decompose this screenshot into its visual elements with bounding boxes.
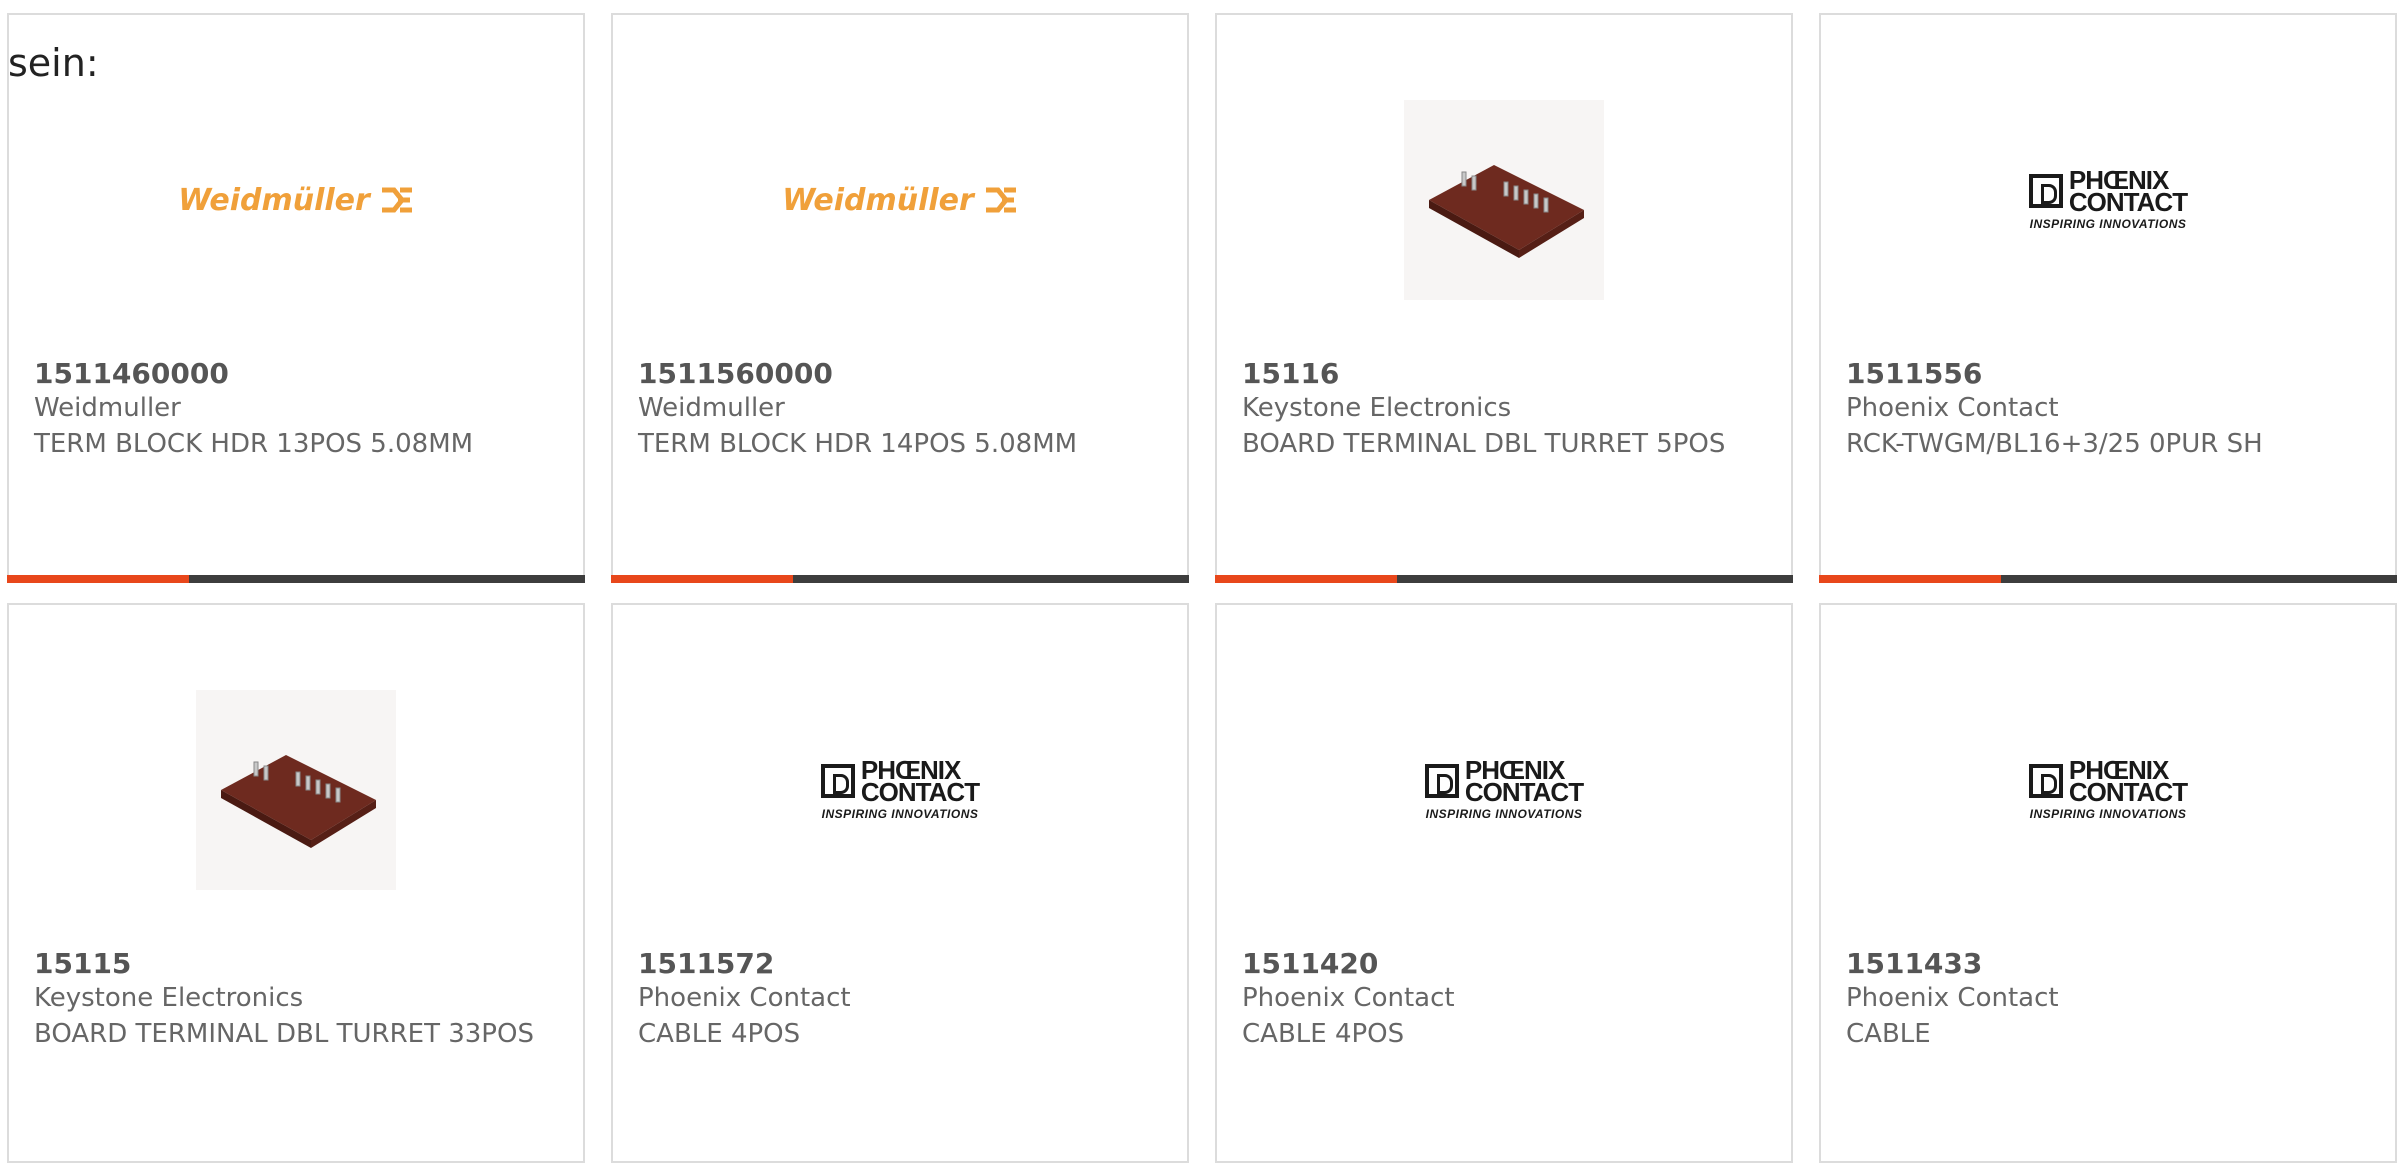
card-accent xyxy=(611,575,793,583)
part-number[interactable]: 15116 xyxy=(1242,357,1339,390)
card-bottom-bar xyxy=(1819,575,2397,583)
product-image: PHŒNIX CONTACT INSPIRING INNOVATIONS xyxy=(613,665,1187,915)
product-card[interactable]: 15116 Keystone Electronics BOARD TERMINA… xyxy=(1215,13,1793,583)
manufacturer: Phoenix Contact xyxy=(1242,983,1455,1013)
weidmuller-logo: Weidmüller xyxy=(782,183,1018,218)
manufacturer: Keystone Electronics xyxy=(34,983,304,1013)
product-card[interactable]: 15115 Keystone Electronics BOARD TERMINA… xyxy=(7,603,585,1163)
product-card[interactable]: Weidmüller 1511460000 Weidmuller TERM BL… xyxy=(7,13,585,583)
board-terminal-photo xyxy=(196,690,396,890)
card-accent xyxy=(1819,575,2001,583)
phoenix-contact-logo: PHŒNIX CONTACT INSPIRING INNOVATIONS xyxy=(2028,755,2188,821)
card-bottom-bar xyxy=(7,575,585,583)
part-number[interactable]: 15115 xyxy=(34,947,131,980)
part-number[interactable]: 1511460000 xyxy=(34,357,229,390)
phoenix-mark-icon xyxy=(2028,174,2063,208)
manufacturer: Phoenix Contact xyxy=(638,983,851,1013)
product-image: Weidmüller xyxy=(613,75,1187,325)
weidmuller-logo: Weidmüller xyxy=(178,183,414,218)
description: TERM BLOCK HDR 13POS 5.08MM xyxy=(34,429,474,459)
description: BOARD TERMINAL DBL TURRET 5POS xyxy=(1242,429,1726,459)
product-image: PHŒNIX CONTACT INSPIRING INNOVATIONS xyxy=(1217,665,1791,915)
weidmuller-mark-icon xyxy=(381,187,412,213)
phoenix-contact-logo: PHŒNIX CONTACT INSPIRING INNOVATIONS xyxy=(1424,755,1584,821)
phoenix-contact-logo: PHŒNIX CONTACT INSPIRING INNOVATIONS xyxy=(820,755,980,821)
intro-text: sein: xyxy=(8,41,99,85)
phoenix-mark-icon xyxy=(820,764,855,798)
part-number[interactable]: 1511556 xyxy=(1846,357,1982,390)
description: CABLE xyxy=(1846,1019,1931,1049)
manufacturer: Phoenix Contact xyxy=(1846,393,2059,423)
manufacturer: Phoenix Contact xyxy=(1846,983,2059,1013)
product-image xyxy=(1217,75,1791,325)
manufacturer: Weidmuller xyxy=(638,393,785,423)
phoenix-contact-logo: PHŒNIX CONTACT INSPIRING INNOVATIONS xyxy=(2028,165,2188,231)
card-bottom-bar xyxy=(611,575,1189,583)
description: TERM BLOCK HDR 14POS 5.08MM xyxy=(638,429,1078,459)
product-image xyxy=(9,665,583,915)
phoenix-mark-icon xyxy=(2028,764,2063,798)
part-number[interactable]: 1511572 xyxy=(638,947,774,980)
product-image: Weidmüller xyxy=(9,75,583,325)
product-card[interactable]: PHŒNIX CONTACT INSPIRING INNOVATIONS 151… xyxy=(1819,603,2397,1163)
product-image: PHŒNIX CONTACT INSPIRING INNOVATIONS xyxy=(1821,75,2395,325)
part-number[interactable]: 1511420 xyxy=(1242,947,1378,980)
manufacturer: Keystone Electronics xyxy=(1242,393,1512,423)
board-terminal-photo xyxy=(1404,100,1604,300)
product-image: PHŒNIX CONTACT INSPIRING INNOVATIONS xyxy=(1821,665,2395,915)
product-card[interactable]: PHŒNIX CONTACT INSPIRING INNOVATIONS 151… xyxy=(1819,13,2397,583)
product-card[interactable]: PHŒNIX CONTACT INSPIRING INNOVATIONS 151… xyxy=(1215,603,1793,1163)
description: RCK-TWGM/BL16+3/25 0PUR SH xyxy=(1846,429,2263,459)
card-accent xyxy=(1215,575,1397,583)
card-accent xyxy=(7,575,189,583)
product-card[interactable]: Weidmüller 1511560000 Weidmuller TERM BL… xyxy=(611,13,1189,583)
description: CABLE 4POS xyxy=(638,1019,801,1049)
description: BOARD TERMINAL DBL TURRET 33POS xyxy=(34,1019,534,1049)
weidmuller-mark-icon xyxy=(985,187,1016,213)
description: CABLE 4POS xyxy=(1242,1019,1405,1049)
card-bottom-bar xyxy=(1215,575,1793,583)
manufacturer: Weidmuller xyxy=(34,393,181,423)
part-number[interactable]: 1511560000 xyxy=(638,357,833,390)
part-number[interactable]: 1511433 xyxy=(1846,947,1982,980)
phoenix-mark-icon xyxy=(1424,764,1459,798)
product-card[interactable]: PHŒNIX CONTACT INSPIRING INNOVATIONS 151… xyxy=(611,603,1189,1163)
